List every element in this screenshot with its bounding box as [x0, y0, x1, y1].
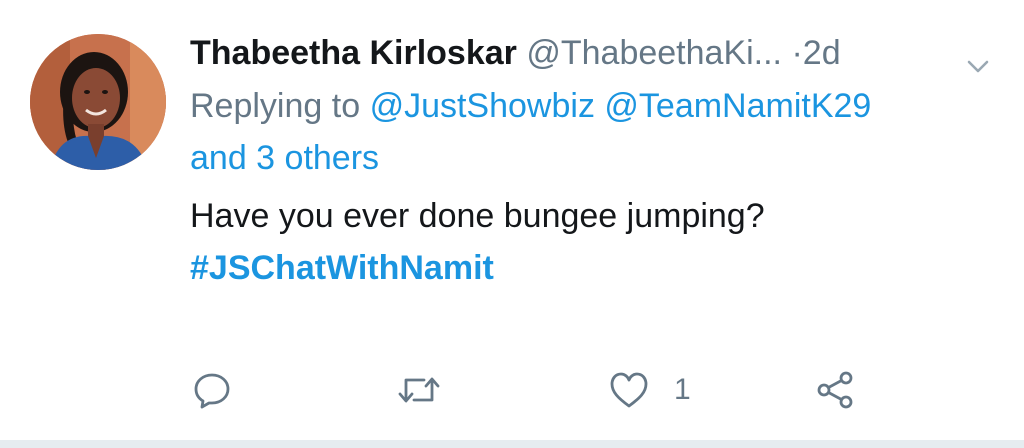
avatar-image	[30, 34, 166, 170]
tweet-text: Have you ever done bungee jumping? #JSCh…	[190, 190, 990, 294]
tweet-body: Have you ever done bungee jumping?	[190, 197, 765, 235]
like-count: 1	[674, 373, 691, 406]
others-link[interactable]: and 3 others	[190, 139, 379, 177]
divider	[0, 440, 1024, 448]
author-handle[interactable]: @ThabeethaKi...	[526, 34, 782, 72]
mention-link[interactable]: @JustShowbiz	[370, 87, 595, 125]
hashtag-link[interactable]: #JSChatWithNamit	[190, 242, 990, 294]
separator-dot: ·	[791, 34, 803, 72]
mention-link[interactable]: @TeamNamitK29	[604, 87, 871, 125]
heart-icon	[608, 370, 650, 410]
share-icon	[814, 370, 856, 410]
chevron-down-icon[interactable]	[966, 42, 990, 73]
tweet-header: Thabeetha Kirloskar @ThabeethaKi... ·2d	[190, 28, 1000, 78]
author-name[interactable]: Thabeetha Kirloskar	[190, 34, 517, 72]
avatar[interactable]	[30, 34, 166, 170]
tweet-timestamp[interactable]: 2d	[803, 34, 841, 72]
reply-icon	[192, 370, 232, 410]
action-bar: 1	[0, 360, 1024, 420]
replying-to: Replying to @JustShowbiz @TeamNamitK29 a…	[190, 80, 990, 184]
tweet-card[interactable]: Thabeetha Kirloskar @ThabeethaKi... ·2d …	[0, 0, 1024, 440]
like-button[interactable]: 1	[608, 370, 691, 410]
retweet-button[interactable]	[396, 370, 442, 410]
retweet-icon	[396, 370, 442, 410]
reply-button[interactable]	[192, 370, 232, 410]
share-button[interactable]	[814, 370, 856, 410]
replying-prefix: Replying to	[190, 87, 361, 125]
